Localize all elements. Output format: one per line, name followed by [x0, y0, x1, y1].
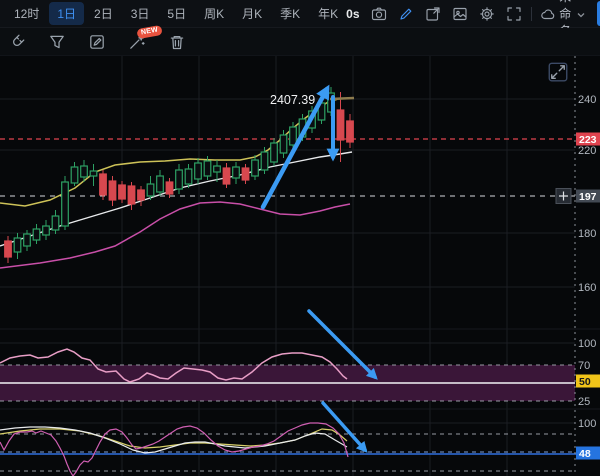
cloud-icon — [540, 6, 555, 21]
svg-text:220: 220 — [578, 145, 596, 157]
pencil-icon[interactable] — [398, 6, 414, 22]
timeframe-12时[interactable]: 12时 — [6, 2, 47, 25]
svg-text:223: 223 — [579, 134, 597, 146]
camera-icon[interactable] — [371, 6, 387, 22]
timeframe-group: 12时1日2日3日5日周K月K季K年K — [6, 2, 346, 25]
magnet-tool-icon[interactable] — [8, 33, 26, 51]
timeframe-2日[interactable]: 2日 — [86, 2, 121, 25]
timeframe-月K[interactable]: 月K — [234, 2, 270, 25]
timeframe-3日[interactable]: 3日 — [123, 2, 158, 25]
svg-text:50: 50 — [579, 376, 591, 388]
timeframe-周K[interactable]: 周K — [196, 2, 232, 25]
svg-text:25: 25 — [578, 396, 590, 408]
timeframe-年K[interactable]: 年K — [310, 2, 346, 25]
svg-text:240: 240 — [578, 94, 596, 106]
last-price-badge[interactable]: 223 — [576, 133, 600, 147]
restore-icon — [548, 62, 564, 78]
svg-text:70: 70 — [578, 360, 590, 372]
rsi-value-badge[interactable]: 50 — [576, 375, 600, 389]
kline-analysis-button[interactable]: K线分析 — [597, 1, 600, 26]
image-icon[interactable] — [452, 6, 468, 22]
chevron-down-icon — [576, 9, 586, 19]
restore-chart-button[interactable] — [548, 62, 568, 82]
drawing-toolbar: NEW — [0, 28, 600, 56]
timeframe-季K[interactable]: 季K — [272, 2, 308, 25]
top-toolbar: 12时1日2日3日5日周K月K季K年K 0s 未命名 K线分析 — [0, 0, 600, 28]
svg-text:48: 48 — [579, 448, 591, 460]
crosshair-price-badge[interactable]: 197 — [576, 190, 600, 204]
wand-tool-icon[interactable]: NEW — [128, 33, 146, 51]
kdj-value-badge[interactable]: 48 — [576, 447, 600, 461]
countdown-timer: 0s — [346, 7, 359, 21]
chart-canvas[interactable]: 2407.39 240 220 180 160 100 70 25 100 223 197 50 48 — [0, 0, 600, 476]
chart-area: 2407.39 240 220 180 160 100 70 25 100 223 197 50 48 — [0, 0, 600, 476]
timeframe-1日[interactable]: 1日 — [49, 2, 84, 25]
price-annotation[interactable]: 2407.39 — [270, 93, 315, 107]
svg-text:160: 160 — [578, 282, 596, 294]
svg-text:180: 180 — [578, 228, 596, 240]
note-edit-tool-icon[interactable] — [88, 33, 106, 51]
funnel-tool-icon[interactable] — [48, 33, 66, 51]
timeframe-5日[interactable]: 5日 — [159, 2, 194, 25]
svg-text:100: 100 — [578, 338, 596, 350]
trash-tool-icon[interactable] — [168, 33, 186, 51]
gear-icon[interactable] — [479, 6, 495, 22]
svg-text:197: 197 — [579, 191, 597, 203]
trading-app-window: 2407.3924022018016010070251002231975048 … — [0, 0, 600, 476]
toolbar-divider — [531, 7, 532, 21]
new-window-icon[interactable] — [425, 6, 441, 22]
svg-text:100: 100 — [578, 418, 596, 430]
fullscreen-icon[interactable] — [506, 6, 522, 22]
add-alert-button[interactable] — [556, 189, 571, 204]
